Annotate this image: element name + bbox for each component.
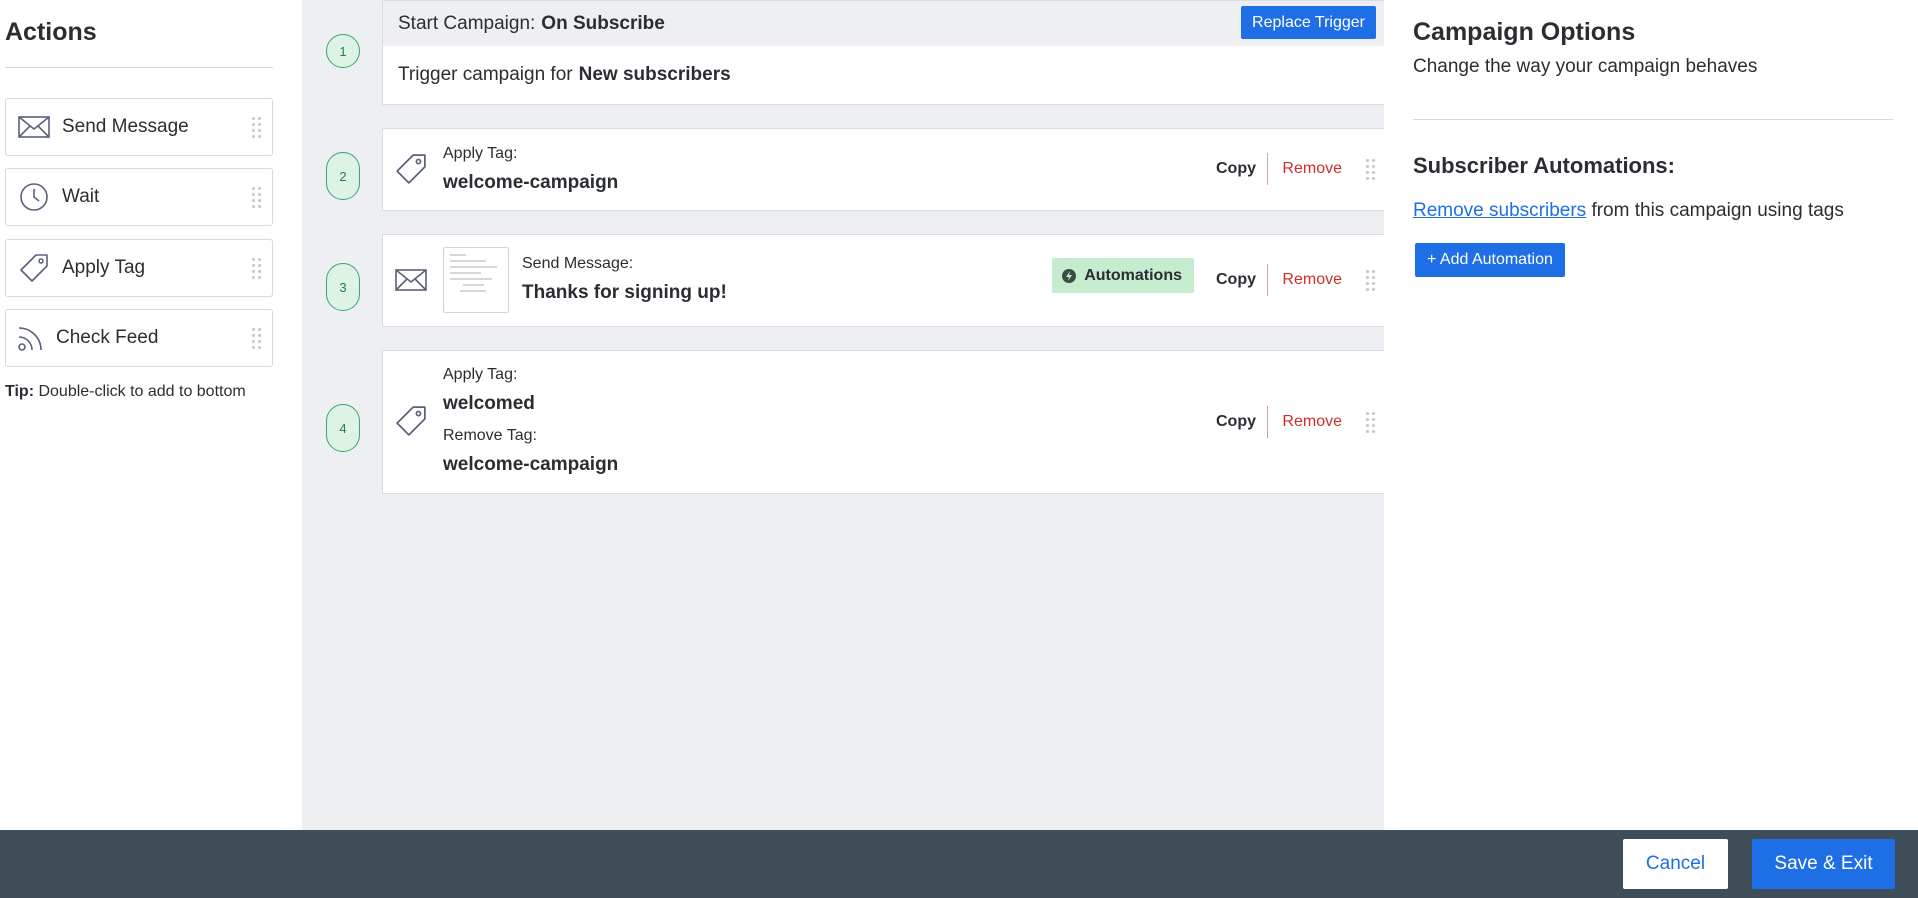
step-label: Send Message: <box>522 255 634 272</box>
trigger-header: Start Campaign: On Subscribe Replace Tri… <box>383 1 1384 46</box>
action-send-message[interactable]: Send Message <box>5 98 273 156</box>
applied-tag-name: welcomed <box>443 393 535 414</box>
apply-tag-card[interactable]: Apply Tag: welcome-campaign Copy Remove <box>382 128 1385 211</box>
campaign-options-panel: Campaign Options Change the way your cam… <box>1384 0 1918 830</box>
tip-body: Double-click to add to bottom <box>34 383 246 400</box>
drag-handle-icon[interactable] <box>1366 159 1376 181</box>
drag-handle-icon[interactable] <box>1366 412 1376 434</box>
drag-handle-icon[interactable] <box>252 117 262 139</box>
lightning-bolt-icon <box>1062 268 1077 283</box>
remove-button[interactable]: Remove <box>1282 413 1342 431</box>
automations-badge[interactable]: Automations <box>1052 258 1194 293</box>
copy-button[interactable]: Copy <box>1216 413 1256 431</box>
actions-sidebar: Actions Send Message Wait Apply Tag Chec… <box>0 0 302 830</box>
trigger-body-label: Trigger campaign for <box>398 64 573 85</box>
remove-button[interactable]: Remove <box>1282 271 1342 289</box>
footer-bar: Cancel Save & Exit <box>0 830 1918 898</box>
tag-icon <box>395 405 427 442</box>
drag-handle-icon[interactable] <box>252 258 262 280</box>
action-check-feed[interactable]: Check Feed <box>5 309 273 367</box>
envelope-icon <box>6 116 62 138</box>
divider <box>1267 153 1268 185</box>
divider <box>1267 406 1268 438</box>
replace-trigger-button[interactable]: Replace Trigger <box>1241 6 1376 39</box>
action-wait[interactable]: Wait <box>5 168 273 226</box>
options-subtitle: Change the way your campaign behaves <box>1413 56 1758 77</box>
actions-title: Actions <box>5 18 97 46</box>
message-subject: Thanks for signing up! <box>522 282 727 303</box>
remove-subscribers-link[interactable]: Remove subscribers <box>1413 200 1586 221</box>
tag-icon <box>6 253 62 283</box>
tag-name: welcome-campaign <box>443 172 619 193</box>
campaign-canvas: 1 Start Campaign: On Subscribe Replace T… <box>302 0 1385 830</box>
automations-label: Automations <box>1084 266 1182 284</box>
apply-tag-label: Apply Tag: <box>443 366 518 383</box>
trigger-body: Trigger campaign for New subscribers <box>383 46 1384 104</box>
save-exit-button[interactable]: Save & Exit <box>1752 839 1895 889</box>
tip-text: Tip: Double-click to add to bottom <box>5 383 246 401</box>
drag-handle-icon[interactable] <box>1366 270 1376 292</box>
drag-handle-icon[interactable] <box>252 187 262 209</box>
step-number: 2 <box>326 152 360 200</box>
copy-button[interactable]: Copy <box>1216 160 1256 178</box>
trigger-header-value: On Subscribe <box>541 12 665 34</box>
step-label: Apply Tag: <box>443 145 518 162</box>
copy-button[interactable]: Copy <box>1216 271 1256 289</box>
cancel-button[interactable]: Cancel <box>1623 839 1728 889</box>
divider <box>5 67 273 68</box>
send-message-card[interactable]: Send Message: Thanks for signing up! Aut… <box>382 234 1385 327</box>
divider <box>1413 119 1893 120</box>
options-title: Campaign Options <box>1413 18 1636 46</box>
remove-button[interactable]: Remove <box>1282 160 1342 178</box>
tag-changes-card[interactable]: Apply Tag: welcomed Remove Tag: welcome-… <box>382 350 1385 494</box>
action-label: Apply Tag <box>62 257 146 278</box>
step-number: 1 <box>326 34 360 68</box>
action-label: Wait <box>62 186 100 207</box>
trigger-header-label: Start Campaign: <box>398 12 536 34</box>
subscriber-automations-heading: Subscriber Automations: <box>1413 153 1675 178</box>
trigger-card: Start Campaign: On Subscribe Replace Tri… <box>382 0 1385 105</box>
trigger-body-value: New subscribers <box>578 64 731 85</box>
remove-tag-label: Remove Tag: <box>443 427 537 444</box>
divider <box>1267 264 1268 296</box>
message-thumbnail[interactable] <box>443 247 509 313</box>
tip-label: Tip: <box>5 383 35 400</box>
action-apply-tag[interactable]: Apply Tag <box>5 239 273 297</box>
removed-tag-name: welcome-campaign <box>443 454 619 475</box>
add-automation-button[interactable]: + Add Automation <box>1415 243 1565 277</box>
automation-description: Remove subscribers from this campaign us… <box>1413 200 1844 222</box>
step-number: 4 <box>326 404 360 452</box>
action-label: Send Message <box>62 116 189 137</box>
drag-handle-icon[interactable] <box>252 328 262 350</box>
clock-icon <box>6 182 62 212</box>
rss-feed-icon <box>6 324 56 352</box>
step-number: 3 <box>326 263 360 311</box>
tag-icon <box>395 153 427 190</box>
action-label: Check Feed <box>56 327 159 348</box>
envelope-icon <box>395 269 427 296</box>
automation-description-text: from this campaign using tags <box>1586 200 1844 221</box>
